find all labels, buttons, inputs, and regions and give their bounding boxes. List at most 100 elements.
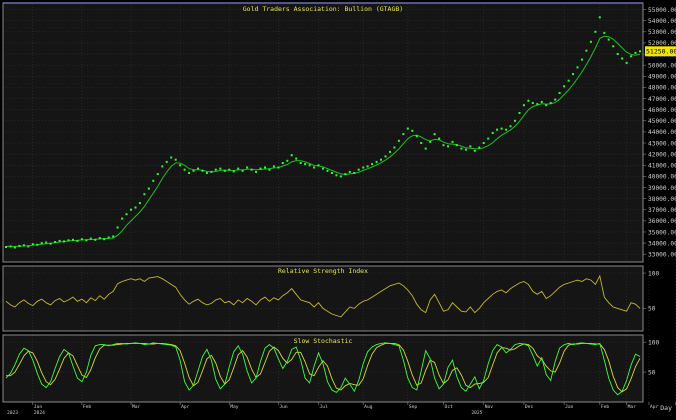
price-point	[94, 238, 97, 241]
price-point	[362, 166, 365, 169]
price-point	[63, 240, 65, 243]
price-point	[549, 102, 552, 104]
price-axis-tick-label: 35000.00	[648, 229, 676, 236]
price-point	[286, 159, 289, 162]
price-point	[509, 125, 512, 128]
price-point	[589, 40, 592, 43]
price-point	[313, 166, 316, 169]
month-label: Jan	[34, 404, 43, 410]
month-label: Feb	[83, 404, 92, 410]
month-label: Jan	[565, 404, 574, 410]
month-label: Apr	[181, 404, 190, 410]
price-point	[639, 50, 641, 53]
price-axis-tick-label: 41000.00	[648, 163, 676, 170]
price-point	[174, 158, 177, 161]
rsi-title: Relative Strength Index	[278, 267, 368, 275]
price-axis-tick-label: 52000.00	[648, 40, 676, 47]
price-point	[112, 235, 115, 238]
price-point	[455, 144, 458, 147]
price-point	[170, 156, 173, 159]
month-label: Apr	[650, 404, 659, 410]
year-label: 2023	[7, 410, 18, 416]
price-axis-tick-label: 50000.00	[648, 62, 676, 69]
price-point	[241, 169, 244, 172]
price-point	[49, 242, 52, 245]
stochastic-axis-tick-label: 100	[648, 339, 659, 346]
price-panel-background	[3, 3, 643, 262]
price-axis-tick-label: 55000.00	[648, 7, 676, 14]
price-point	[563, 85, 566, 88]
price-point	[424, 147, 427, 150]
price-point	[125, 213, 128, 216]
price-point	[219, 167, 222, 170]
price-point	[496, 128, 499, 131]
price-axis-tick-label: 40000.00	[648, 174, 676, 181]
price-point	[121, 217, 124, 220]
price-point	[130, 208, 132, 211]
price-point	[80, 238, 83, 241]
price-point	[393, 146, 396, 149]
price-axis-tick-label: 42000.00	[648, 151, 676, 158]
price-point	[460, 147, 463, 150]
price-point	[442, 144, 445, 147]
price-y-axis: 33000.00 34000.00 35000.00 36000.00 37000.00…	[643, 7, 676, 259]
price-axis-tick-label: 46000.00	[648, 107, 676, 114]
rsi-panel: Relative Strength Index 50 100	[2, 265, 676, 332]
price-point	[54, 241, 57, 243]
price-point	[45, 241, 48, 244]
last-price-label: 51250.00	[646, 48, 676, 56]
price-point	[630, 55, 633, 58]
price-axis-tick-label: 33000.00	[648, 252, 676, 259]
price-point	[89, 237, 92, 240]
month-label: Nov	[485, 404, 494, 410]
price-point	[581, 58, 583, 61]
price-point	[237, 167, 240, 170]
price-point	[192, 169, 195, 172]
chart-window: Gold Traders Association: Bullion (GTAGB…	[0, 0, 676, 416]
last-price-marker: 51250.00	[645, 46, 676, 57]
price-point	[473, 149, 476, 152]
price-axis-tick-label: 45000.00	[648, 118, 676, 125]
price-point	[330, 172, 333, 174]
price-point	[607, 38, 610, 41]
price-point	[246, 166, 249, 169]
price-point	[540, 100, 543, 103]
price-point	[304, 163, 307, 166]
price-point	[375, 160, 378, 163]
price-point	[415, 135, 418, 138]
price-point	[500, 127, 503, 130]
price-point	[152, 179, 155, 182]
price-point	[156, 173, 159, 176]
price-point	[339, 175, 342, 178]
price-point	[9, 245, 12, 248]
price-point	[58, 239, 61, 242]
price-axis-tick-label: 48000.00	[648, 85, 676, 92]
stochastic-panel: Slow Stochastic 50 100	[2, 334, 676, 403]
month-label: Sep	[409, 404, 418, 410]
price-point	[290, 154, 293, 157]
price-point	[348, 170, 351, 173]
period-label: Day	[660, 404, 672, 412]
price-point	[366, 165, 369, 168]
price-point	[531, 102, 534, 104]
price-point	[116, 226, 119, 229]
price-point	[214, 168, 217, 171]
price-point	[147, 187, 150, 190]
stock-chart: Gold Traders Association: Bullion (GTAGB…	[0, 0, 676, 416]
price-point	[335, 174, 338, 177]
price-point	[281, 162, 284, 164]
month-label: Aug	[364, 404, 373, 410]
price-point	[161, 165, 164, 168]
price-point	[107, 236, 110, 239]
price-point	[371, 163, 374, 166]
price-point	[72, 238, 74, 241]
price-panel: Gold Traders Association: Bullion (GTAGB…	[2, 2, 676, 263]
month-label: Mar	[132, 404, 141, 410]
price-point	[22, 244, 25, 247]
price-point	[621, 57, 624, 60]
price-point	[210, 170, 213, 173]
price-axis-tick-label: 38000.00	[648, 196, 676, 203]
price-point	[134, 206, 137, 209]
price-point	[469, 145, 472, 148]
price-point	[438, 137, 441, 140]
